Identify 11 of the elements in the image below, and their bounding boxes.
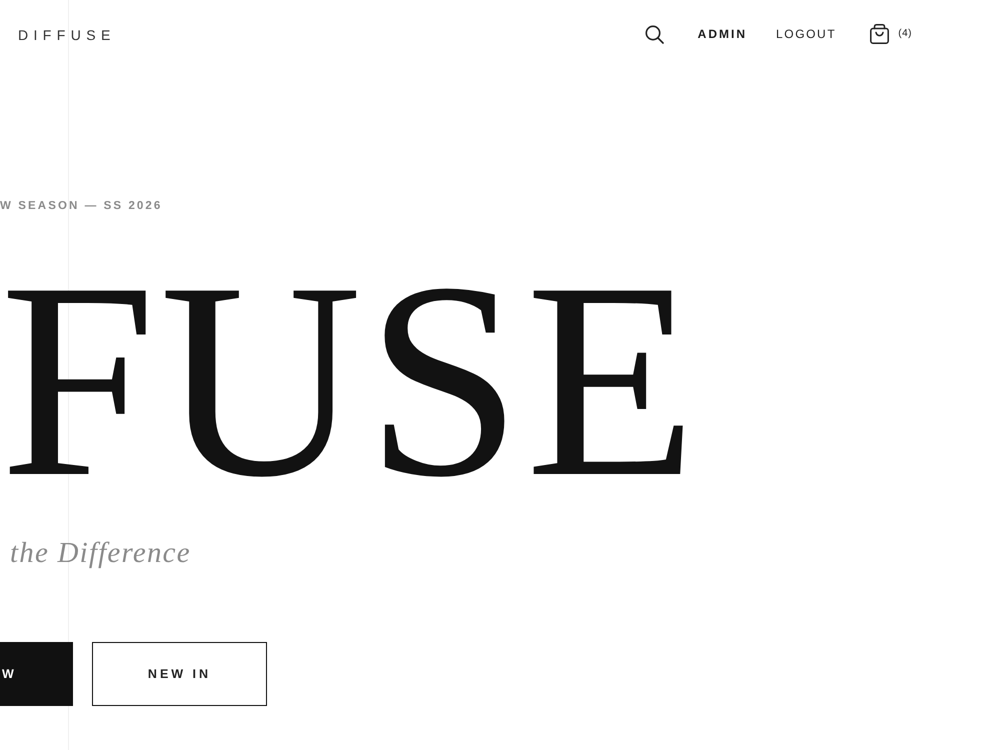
cart-count: (4) [898, 29, 912, 39]
brand-logo[interactable]: DIFFUSE [18, 28, 116, 42]
hero-tagline: the Difference [10, 536, 191, 570]
nav-link[interactable]: LOGOUT [776, 28, 836, 40]
hero-title: FUSE [0, 240, 701, 520]
nav-link[interactable]: ADMIN [698, 28, 747, 40]
shop-button[interactable]: W [0, 642, 73, 706]
search-icon[interactable] [644, 24, 664, 44]
season-label: W SEASON — SS 2026 [0, 199, 162, 213]
new-in-button[interactable]: NEW IN [92, 642, 267, 706]
shopping-bag-icon[interactable] [870, 24, 890, 44]
